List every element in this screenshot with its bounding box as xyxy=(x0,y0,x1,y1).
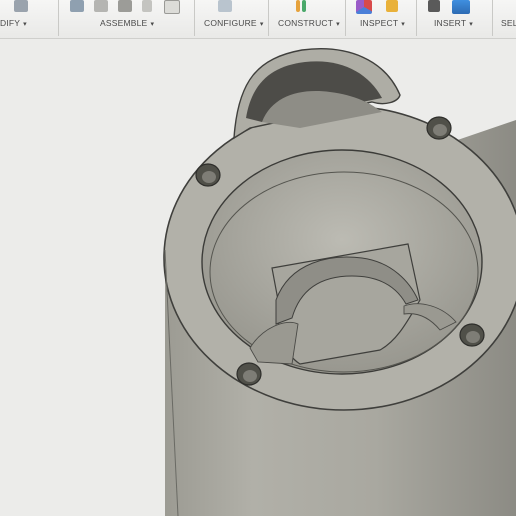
mounting-hole xyxy=(459,323,485,347)
modify-label[interactable]: DIFY ▾ xyxy=(0,18,27,28)
mounting-hole xyxy=(236,362,262,386)
motion-link-icon[interactable] xyxy=(142,0,152,12)
toolbar-separator xyxy=(268,0,269,36)
insert-group[interactable]: INSERT ▾ xyxy=(420,0,486,38)
inspect-group[interactable]: INSPECT ▾ xyxy=(350,0,414,38)
inspect-label[interactable]: INSPECT ▾ xyxy=(360,18,405,28)
insert-image-icon[interactable] xyxy=(452,0,470,14)
plane-icon xyxy=(302,0,306,12)
configure-icon[interactable] xyxy=(218,0,232,12)
toolbar-separator xyxy=(194,0,195,36)
toolbar: DIFY ▾ ASSEMBLE ▾ CONFIGURE ▾ CONSTRUCT ▾ xyxy=(0,0,516,39)
as-built-joint-icon[interactable] xyxy=(118,0,132,12)
inspect-icon[interactable] xyxy=(356,0,372,14)
table-icon[interactable] xyxy=(164,0,180,14)
construct-label[interactable]: CONSTRUCT ▾ xyxy=(278,18,340,28)
construct-group[interactable]: CONSTRUCT ▾ xyxy=(272,0,342,38)
design-canvas[interactable] xyxy=(0,39,516,516)
assemble-icon[interactable] xyxy=(70,0,84,12)
modify-icon[interactable] xyxy=(14,0,28,12)
configure-group[interactable]: CONFIGURE ▾ xyxy=(198,0,264,38)
joint-icon[interactable] xyxy=(94,0,108,12)
toolbar-separator xyxy=(416,0,417,36)
insert-label[interactable]: INSERT ▾ xyxy=(434,18,473,28)
toolbar-separator xyxy=(58,0,59,36)
toolbar-separator xyxy=(492,0,493,36)
modify-group[interactable]: DIFY ▾ xyxy=(0,0,56,38)
select-label[interactable]: SEL xyxy=(501,18,516,28)
insert-icon[interactable] xyxy=(428,0,440,12)
configure-label[interactable]: CONFIGURE ▾ xyxy=(204,18,264,28)
select-group[interactable]: SEL xyxy=(498,0,516,38)
3d-model[interactable] xyxy=(0,39,516,516)
toolbar-separator xyxy=(345,0,346,36)
measure-icon[interactable] xyxy=(386,0,398,12)
assemble-label[interactable]: ASSEMBLE ▾ xyxy=(100,18,154,28)
mounting-hole xyxy=(195,163,221,187)
construct-icon[interactable] xyxy=(296,0,300,12)
table-group[interactable] xyxy=(160,0,190,38)
mounting-hole xyxy=(426,116,452,140)
